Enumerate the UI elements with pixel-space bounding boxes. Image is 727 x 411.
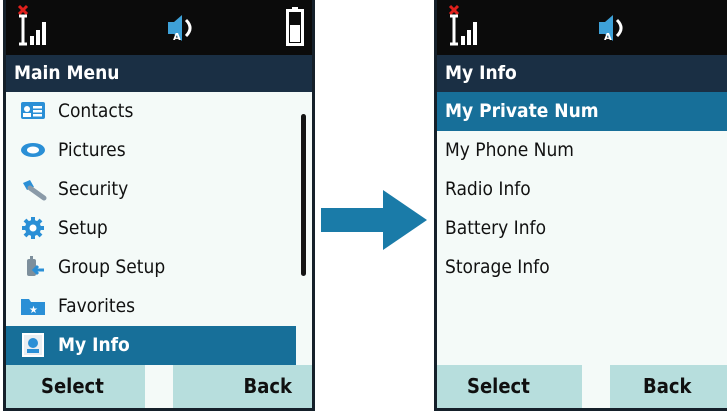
menu-item-label: Security [58, 178, 129, 200]
softkey-bar: Select Back [437, 365, 727, 408]
svg-text:★: ★ [29, 305, 38, 316]
status-bar: A [6, 0, 312, 55]
menu-item-label: Setup [58, 217, 108, 239]
main-menu-screen: A Main Menu Contacts Pictures Security S… [3, 0, 315, 411]
softkey-bar: Select Back [6, 365, 312, 408]
antenna-signal-icon [448, 4, 477, 46]
menu-item-radio-info[interactable]: Radio Info [437, 170, 727, 209]
menu-item-label: Pictures [58, 139, 126, 161]
contacts-icon [18, 98, 48, 122]
menu-item-setup[interactable]: Setup [6, 209, 296, 248]
svg-text:A: A [173, 32, 181, 43]
softkey-divider [145, 365, 173, 408]
menu-item-label: Group Setup [58, 256, 166, 278]
security-icon [18, 176, 48, 200]
menu-item-label: My Info [58, 334, 130, 356]
my-info-icon [18, 332, 48, 357]
menu-item-group-setup[interactable]: Group Setup [6, 248, 296, 287]
menu-item-label: Contacts [58, 100, 134, 122]
menu-item-security[interactable]: Security [6, 170, 296, 209]
select-softkey[interactable]: Select [41, 365, 104, 408]
speaker-volume-icon: A [168, 15, 192, 43]
softkey-divider [582, 365, 610, 408]
screen-title: Main Menu [6, 55, 312, 92]
back-softkey[interactable]: Back [643, 365, 691, 408]
menu-item-my-phone-num[interactable]: My Phone Num [437, 131, 727, 170]
menu-list: Contacts Pictures Security Setup Group S… [6, 92, 312, 365]
pictures-icon [18, 137, 48, 161]
menu-item-pictures[interactable]: Pictures [6, 131, 296, 170]
setup-gear-icon [18, 215, 48, 239]
menu-item-contacts[interactable]: Contacts [6, 92, 296, 131]
favorites-folder-icon: ★ [18, 293, 48, 317]
menu-item-battery-info[interactable]: Battery Info [437, 209, 727, 248]
speaker-volume-icon: A [599, 15, 623, 43]
menu-item-label: Favorites [58, 295, 136, 317]
battery-icon [286, 7, 304, 46]
svg-text:A: A [604, 32, 612, 43]
group-setup-icon [18, 254, 48, 278]
status-bar: A [437, 0, 727, 55]
screen-title: My Info [437, 55, 727, 92]
my-info-screen: A My Info My Private Num My Phone Num Ra… [434, 0, 727, 411]
select-softkey[interactable]: Select [467, 365, 530, 408]
menu-item-my-info[interactable]: My Info [6, 326, 296, 365]
antenna-signal-icon [17, 4, 46, 46]
menu-item-my-private-num[interactable]: My Private Num [437, 92, 727, 131]
transition-arrow-icon [321, 190, 427, 250]
scrollbar[interactable] [301, 114, 306, 276]
menu-item-storage-info[interactable]: Storage Info [437, 248, 727, 287]
back-softkey[interactable]: Back [244, 365, 292, 408]
submenu-list: My Private Num My Phone Num Radio Info B… [437, 92, 727, 365]
menu-item-favorites[interactable]: ★ Favorites [6, 287, 296, 326]
